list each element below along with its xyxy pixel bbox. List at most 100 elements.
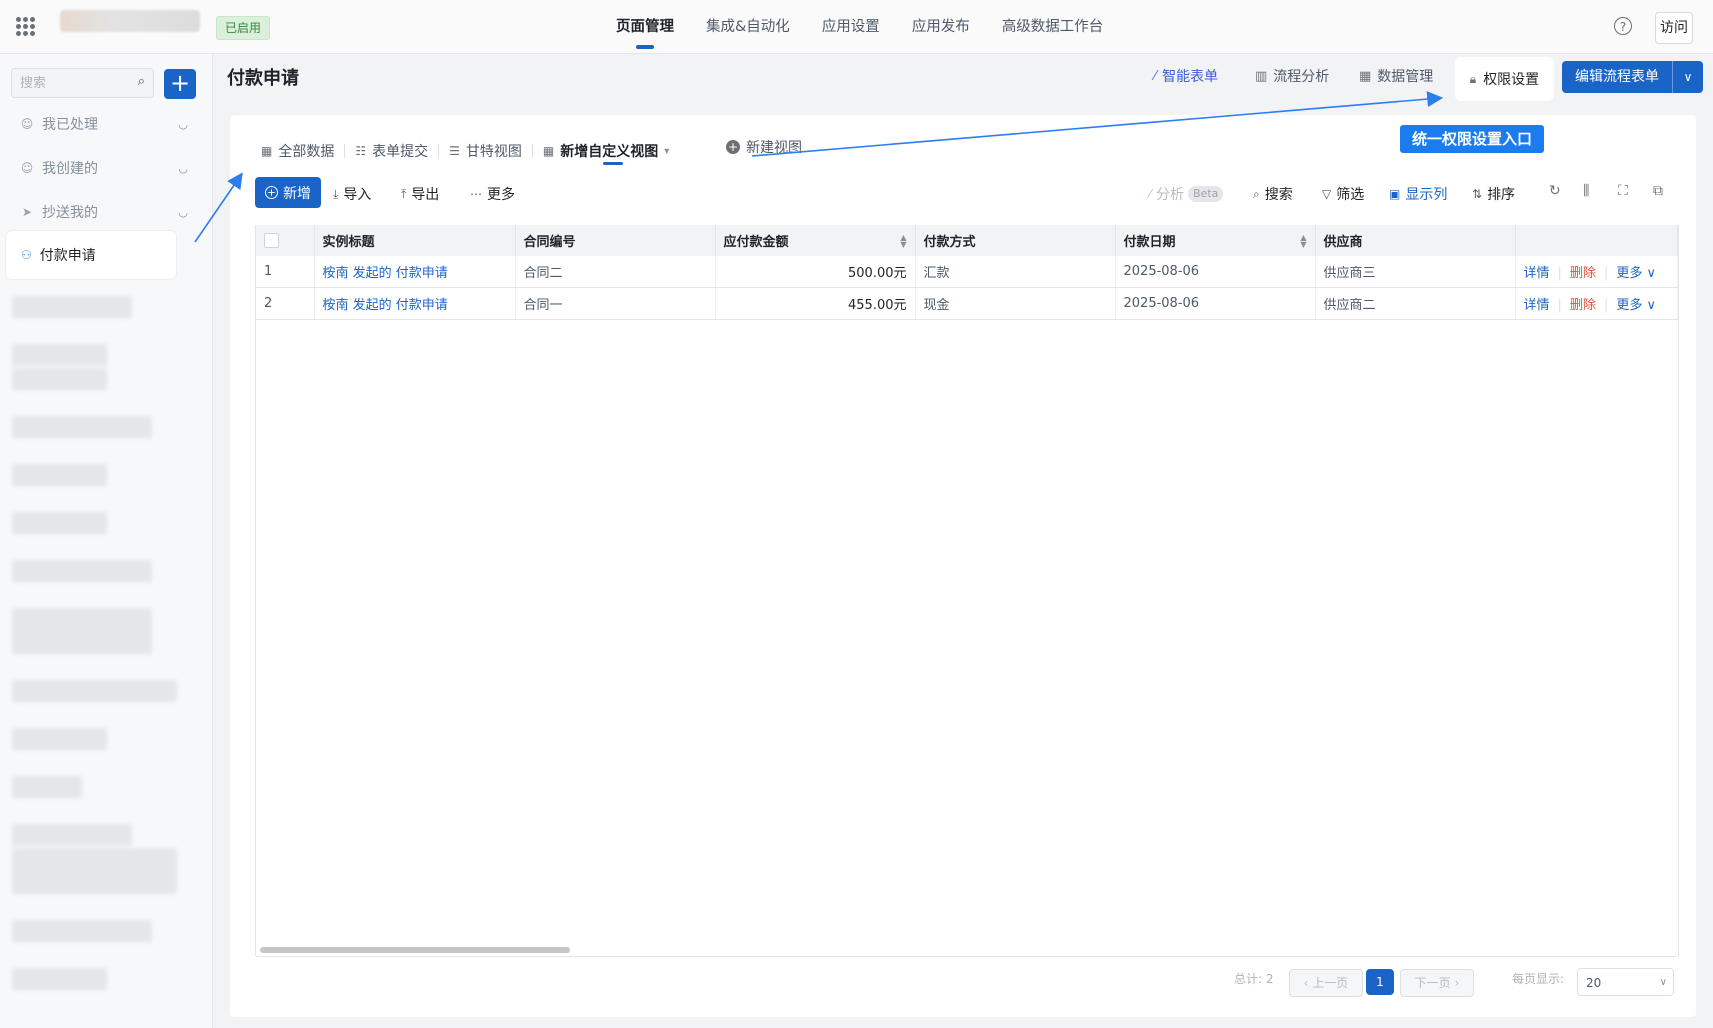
instance-title-link[interactable]: 桉南 发起的 付款申请 — [314, 256, 516, 288]
more-actions-link[interactable]: 更多 ∨ — [1616, 298, 1656, 313]
status-badge: 已启用 — [216, 16, 271, 40]
new-record-button[interactable]: + 新增 — [255, 177, 321, 208]
total-count: 总计: 2 — [1234, 972, 1274, 986]
eye-closed-icon[interactable]: ◡ — [178, 118, 188, 131]
tab-label: 甘特视图 — [465, 144, 522, 160]
blurred-item — [12, 728, 107, 750]
import-label: 导入 — [343, 187, 372, 203]
edit-flow-form-button[interactable]: 编辑流程表单 ∨ — [1562, 61, 1703, 93]
table-row[interactable]: 1 桉南 发起的 付款申请 合同二 500.00元 汇款 2025-08-06 … — [256, 256, 1678, 288]
amount-cell: 500.00元 — [715, 256, 916, 288]
visit-button[interactable]: 访问 — [1655, 12, 1693, 44]
col-header-method[interactable]: 付款方式 — [915, 225, 1116, 256]
tab-form-submit[interactable]: ☷ 表单提交 — [345, 132, 438, 170]
detail-link[interactable]: 详情 — [1524, 298, 1550, 313]
contract-cell: 合同二 — [515, 256, 716, 288]
sort-icon[interactable]: ▲ ▼ — [900, 234, 906, 249]
lock-icon: 🔒︎ — [1469, 71, 1477, 86]
col-header-title[interactable]: 实例标题 — [314, 225, 516, 256]
detail-link[interactable]: 详情 — [1524, 266, 1550, 281]
sidebar-item-processed[interactable]: ☺ 我已处理 ◡ — [20, 109, 190, 139]
import-button[interactable]: ⤓ 导入 — [333, 184, 371, 204]
select-all-checkbox[interactable] — [264, 233, 279, 248]
sort-icon[interactable]: ▲ ▼ — [1300, 234, 1306, 249]
col-header-contract[interactable]: 合同编号 — [515, 225, 716, 256]
tab-custom-view[interactable]: ▦ 新增自定义视图 — [533, 132, 668, 170]
analyze-button[interactable]: ⁄ 分析 Beta — [1149, 184, 1224, 204]
nav-integration[interactable]: 集成&自动化 — [690, 0, 806, 53]
tab-gantt[interactable]: ☰ 甘特视图 — [439, 132, 532, 170]
new-record-label: 新增 — [283, 185, 311, 202]
sort-button[interactable]: ⇅ 排序 — [1472, 184, 1515, 204]
plus-circle-icon: + — [726, 140, 740, 154]
blurred-item — [12, 608, 152, 654]
row-index: 1 — [256, 256, 315, 288]
nav-data-workbench[interactable]: 高级数据工作台 — [986, 0, 1120, 53]
data-manage-button[interactable]: ▦ 数据管理 — [1359, 66, 1433, 88]
send-icon: ➤ — [21, 205, 33, 219]
amount-cell: 455.00元 — [715, 287, 916, 320]
sidebar-item-payment-request[interactable]: ⚇ 付款申请 — [6, 231, 176, 279]
blurred-item — [12, 824, 132, 846]
nav-page-manage[interactable]: 页面管理 — [600, 0, 690, 53]
prev-page-label: 上一页 — [1312, 976, 1349, 990]
page-title: 付款申请 — [227, 68, 299, 89]
nav-app-publish[interactable]: 应用发布 — [896, 0, 986, 53]
permission-label: 权限设置 — [1483, 72, 1540, 88]
chevron-down-icon: ∨ — [1659, 977, 1667, 988]
nav-app-settings[interactable]: 应用设置 — [806, 0, 896, 53]
eye-closed-icon[interactable]: ◡ — [178, 162, 188, 175]
magic-wand-icon: ⁄ — [1154, 69, 1157, 84]
col-header-supplier[interactable]: 供应商 — [1315, 225, 1516, 256]
table-frame — [255, 225, 1679, 956]
ellipsis-icon: ⋯ — [470, 187, 482, 201]
table-row[interactable]: 2 桉南 发起的 付款申请 合同一 455.00元 现金 2025-08-06 … — [256, 287, 1678, 320]
tab-all-data[interactable]: ▦ 全部数据 — [251, 132, 344, 170]
blurred-item — [12, 344, 107, 366]
new-view-button[interactable]: + 新建视图 — [726, 137, 802, 157]
refresh-icon[interactable]: ↻ — [1549, 183, 1561, 199]
delete-link[interactable]: 删除 — [1570, 298, 1596, 313]
flow-analysis-button[interactable]: ▥ 流程分析 — [1255, 66, 1329, 88]
eye-closed-icon[interactable]: ◡ — [178, 206, 188, 219]
prev-page-button[interactable]: ‹ 上一页 — [1289, 969, 1363, 997]
search-button[interactable]: ⌕ 搜索 — [1253, 184, 1293, 204]
column-width-icon[interactable]: ⫼ — [1583, 183, 1589, 199]
blurred-item — [12, 968, 107, 990]
ai-form-button[interactable]: ⁄ 智能表单 — [1154, 66, 1218, 88]
help-icon[interactable]: ? — [1614, 17, 1632, 35]
more-button[interactable]: ⋯ 更多 — [470, 184, 515, 204]
col-header-label: 应付款金额 — [723, 235, 789, 250]
sidebar-search-input[interactable] — [12, 69, 138, 97]
copy-icon[interactable]: ⧉ — [1653, 183, 1663, 199]
plus-circle-icon: + — [265, 186, 278, 199]
permission-settings-button[interactable]: 🔒︎ 权限设置 — [1455, 57, 1554, 101]
sidebar: ⌕ + ☺ 我已处理 ◡ ☺ 我创建的 ◡ ➤ 抄送我的 ◡ — [0, 54, 213, 1028]
upload-icon: ⤒ — [401, 186, 407, 201]
horizontal-scrollbar[interactable] — [260, 947, 570, 953]
next-page-button[interactable]: 下一页 › — [1400, 969, 1474, 997]
user-check-icon: ☺ — [20, 117, 34, 131]
add-page-button[interactable]: + — [164, 69, 196, 99]
sidebar-item-cc[interactable]: ➤ 抄送我的 ◡ — [20, 197, 190, 227]
view-tabs: ▦ 全部数据 ☷ 表单提交 ☰ 甘特视图 ▦ 新增自定义视图 ▾ — [251, 132, 699, 170]
col-header-date[interactable]: 付款日期 ▲ ▼ — [1115, 225, 1316, 256]
actions-cell: 详情 | 删除 | 更多 ∨ — [1515, 256, 1678, 288]
search-icon[interactable]: ⌕ — [138, 74, 145, 89]
filter-button[interactable]: ▽ 筛选 — [1322, 184, 1364, 204]
fullscreen-icon[interactable]: ⛶ — [1618, 183, 1628, 199]
page-size-select[interactable]: 20 ∨ — [1577, 968, 1674, 996]
instance-title-link[interactable]: 桉南 发起的 付款申请 — [314, 287, 516, 320]
col-header-amount[interactable]: 应付款金额 ▲ ▼ — [715, 225, 916, 256]
app-grid-icon[interactable] — [16, 17, 35, 36]
top-bar: 已启用 页面管理 集成&自动化 应用设置 应用发布 高级数据工作台 ? 访问 — [0, 0, 1713, 54]
more-actions-link[interactable]: 更多 ∨ — [1616, 266, 1656, 281]
export-button[interactable]: ⤒ 导出 — [401, 184, 439, 204]
sidebar-item-created[interactable]: ☺ 我创建的 ◡ — [20, 153, 190, 183]
contract-cell: 合同一 — [515, 287, 716, 320]
current-page-button[interactable]: 1 — [1366, 969, 1394, 995]
delete-link[interactable]: 删除 — [1570, 266, 1596, 281]
chevron-down-icon[interactable]: ∨ — [1673, 70, 1703, 84]
flow-analysis-label: 流程分析 — [1273, 69, 1330, 85]
columns-button[interactable]: ▣ 显示列 — [1389, 184, 1447, 204]
